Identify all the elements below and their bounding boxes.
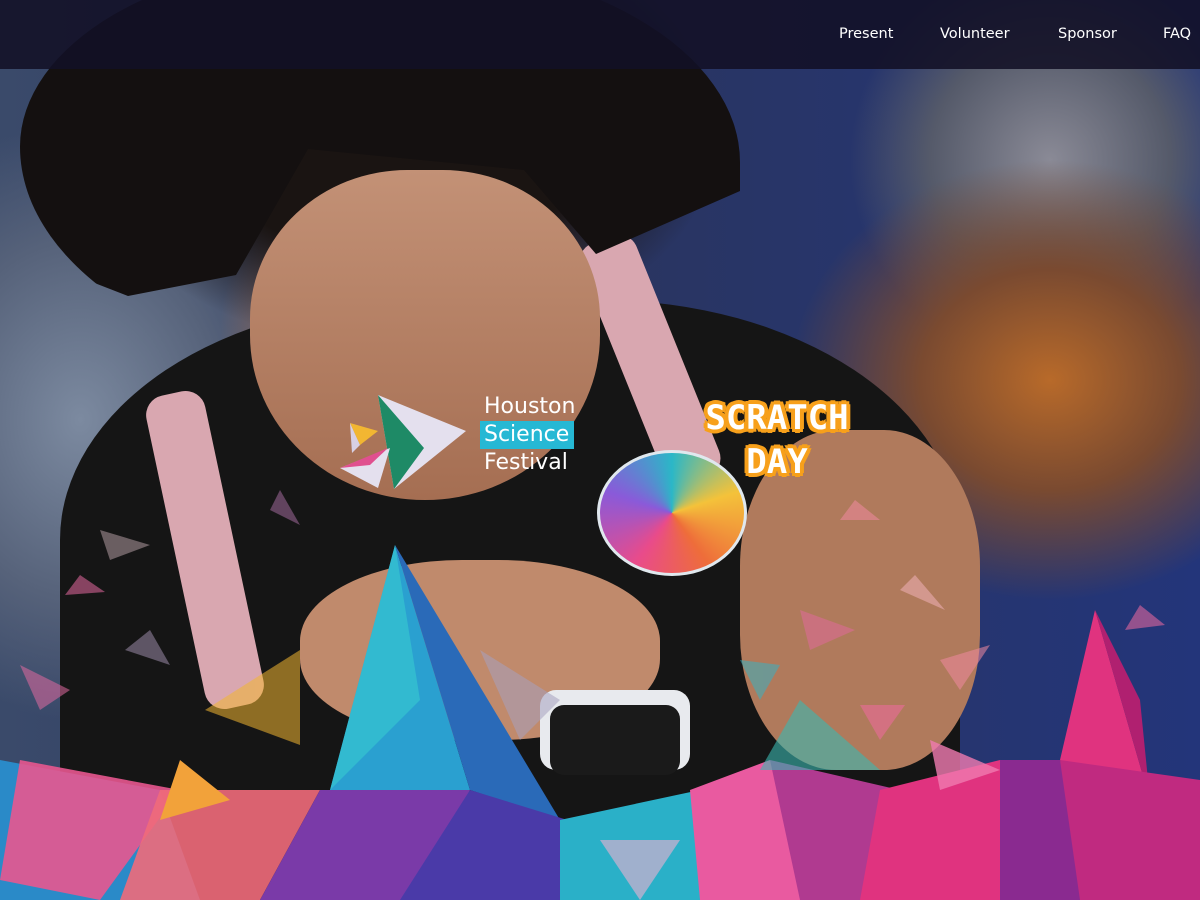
site-logo-text[interactable]: Houston Science Festival [480,393,576,477]
nav-link-volunteer[interactable]: Volunteer [940,26,1010,42]
nav-link-sponsor[interactable]: Sponsor [1058,26,1117,42]
nav-link-present[interactable]: Present [839,26,893,42]
geometric-mountains-decoration [0,490,1200,900]
scratch-day-line2: DAY [746,442,808,482]
logo-line-festival: Festival [484,450,568,475]
top-navigation-bar: Present Volunteer Sponsor FAQ [0,0,1200,69]
scratch-day-line1: SCRATCH [705,398,849,438]
logo-line-science: Science [480,421,575,449]
houston-science-festival-logo-icon[interactable] [340,393,470,493]
logo-line-houston: Houston [484,394,576,419]
nav-link-faq[interactable]: FAQ [1163,26,1191,42]
scratch-day-badge: SCRATCH DAY [692,396,862,484]
hero-photo [0,0,1200,900]
